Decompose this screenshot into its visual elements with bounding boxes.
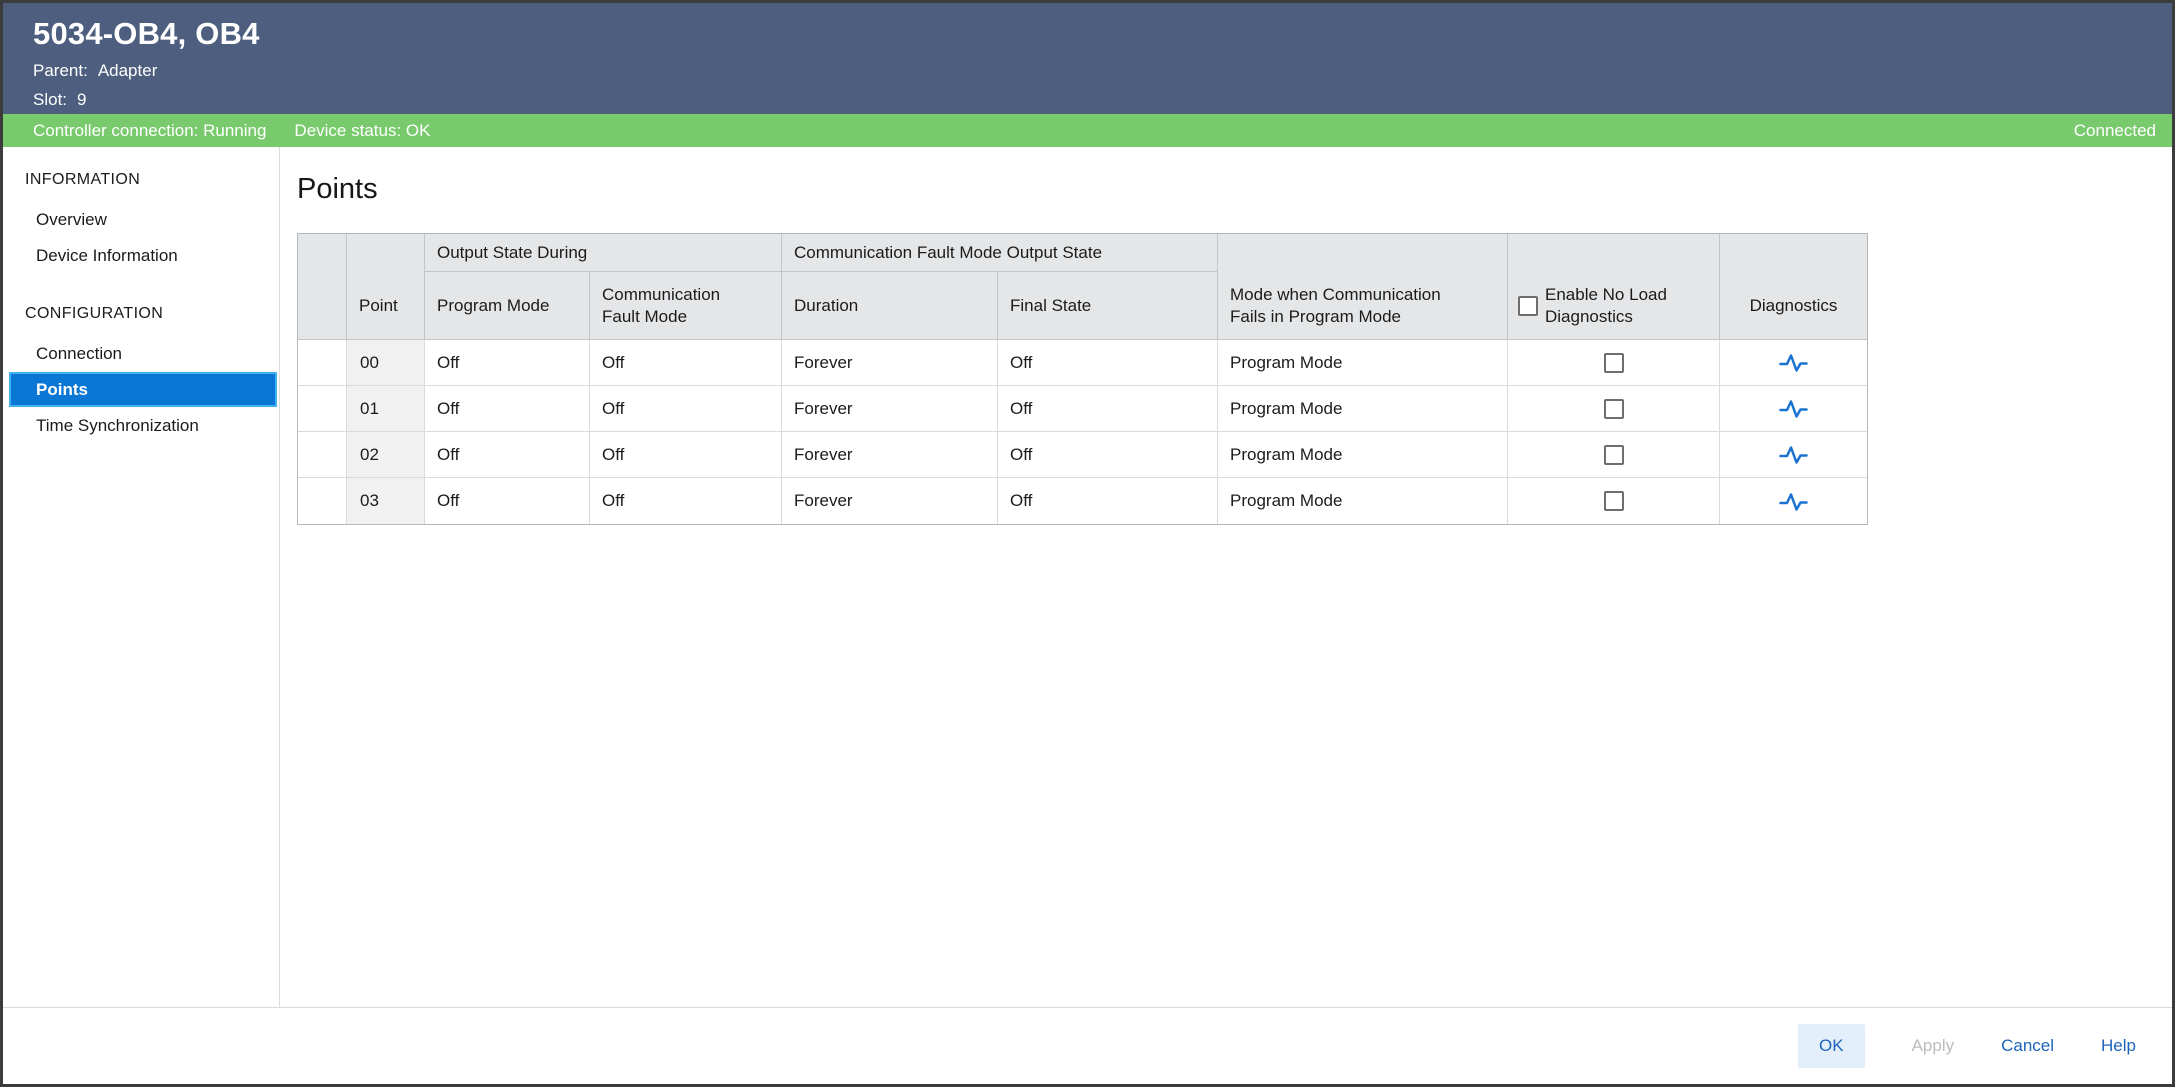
- header-diagnostics: Diagnostics: [1720, 234, 1867, 340]
- duration-cell[interactable]: Forever: [782, 432, 998, 478]
- device-title: 5034-OB4, OB4: [33, 16, 2142, 52]
- header-duration: Duration: [782, 272, 998, 340]
- sidebar-item-connection[interactable]: Connection: [3, 336, 279, 371]
- final-state-cell[interactable]: Off: [998, 432, 1218, 478]
- enable-no-load-checkbox[interactable]: [1604, 399, 1624, 419]
- device-properties-window: 5034-OB4, OB4 Parent: Adapter Slot: 9 Co…: [0, 0, 2175, 1087]
- points-table: Point Output State During Communication …: [297, 233, 1868, 525]
- header-point: Point: [347, 234, 425, 340]
- enable-no-load-checkbox[interactable]: [1604, 445, 1624, 465]
- program-mode-cell[interactable]: Off: [425, 478, 590, 524]
- enable-no-load-cell: [1508, 478, 1720, 524]
- sidebar-item-device-information[interactable]: Device Information: [3, 238, 279, 273]
- page-title: Points: [297, 173, 2172, 206]
- status-bar: Controller connection: Running Device st…: [3, 114, 2172, 147]
- slot-label: Slot:: [33, 90, 67, 110]
- row-selector-cell[interactable]: [298, 432, 347, 478]
- duration-cell[interactable]: Forever: [782, 386, 998, 432]
- point-number-cell: 01: [347, 386, 425, 432]
- apply-button[interactable]: Apply: [1912, 1036, 1955, 1056]
- header-group-comm-fault-mode-output-state: Communication Fault Mode Output State: [782, 234, 1218, 272]
- connection-state: Connected: [2074, 121, 2156, 141]
- header-communication-fault-mode: Communication Fault Mode: [590, 272, 782, 340]
- communication-fault-mode-cell[interactable]: Off: [590, 386, 782, 432]
- mode-when-comm-fails-cell[interactable]: Program Mode: [1218, 386, 1508, 432]
- diagnostics-cell: [1720, 340, 1867, 386]
- row-selector-cell[interactable]: [298, 386, 347, 432]
- point-number-cell: 00: [347, 340, 425, 386]
- enable-no-load-cell: [1508, 386, 1720, 432]
- diagnostics-waveform-icon[interactable]: [1779, 398, 1808, 419]
- mode-when-comm-fails-cell[interactable]: Program Mode: [1218, 432, 1508, 478]
- communication-fault-mode-cell[interactable]: Off: [590, 432, 782, 478]
- main-area: INFORMATION Overview Device Information …: [3, 147, 2172, 1007]
- enable-no-load-cell: [1508, 432, 1720, 478]
- communication-fault-mode-cell[interactable]: Off: [590, 340, 782, 386]
- diagnostics-cell: [1720, 478, 1867, 524]
- parent-label: Parent:: [33, 61, 88, 81]
- duration-cell[interactable]: Forever: [782, 478, 998, 524]
- program-mode-cell[interactable]: Off: [425, 340, 590, 386]
- header-mode-when-comm-fails: Mode when Communication Fails in Program…: [1218, 234, 1508, 340]
- final-state-cell[interactable]: Off: [998, 340, 1218, 386]
- point-number-cell: 03: [347, 478, 425, 524]
- footer-bar: OK Apply Cancel Help: [3, 1007, 2172, 1084]
- diagnostics-cell: [1720, 386, 1867, 432]
- header-row-selector: [298, 234, 347, 340]
- sidebar-item-overview[interactable]: Overview: [3, 202, 279, 237]
- row-selector-cell[interactable]: [298, 478, 347, 524]
- enable-no-load-checkbox[interactable]: [1604, 491, 1624, 511]
- parent-value: Adapter: [98, 61, 158, 81]
- sidebar-item-time-synchronization[interactable]: Time Synchronization: [3, 408, 279, 443]
- header-enable-no-load: Enable No Load Diagnostics: [1508, 234, 1720, 340]
- row-selector-cell[interactable]: [298, 340, 347, 386]
- program-mode-cell[interactable]: Off: [425, 432, 590, 478]
- sidebar-heading-information: INFORMATION: [3, 163, 279, 201]
- content-pane: Points Point Output State During Communi…: [280, 147, 2172, 1007]
- diagnostics-cell: [1720, 432, 1867, 478]
- point-number-cell: 02: [347, 432, 425, 478]
- sidebar: INFORMATION Overview Device Information …: [3, 147, 280, 1007]
- header-final-state: Final State: [998, 272, 1218, 340]
- final-state-cell[interactable]: Off: [998, 478, 1218, 524]
- mode-when-comm-fails-cell[interactable]: Program Mode: [1218, 340, 1508, 386]
- device-status: Device status: OK: [294, 121, 430, 141]
- diagnostics-waveform-icon[interactable]: [1779, 491, 1808, 512]
- ok-button[interactable]: OK: [1798, 1024, 1865, 1068]
- program-mode-cell[interactable]: Off: [425, 386, 590, 432]
- mode-when-comm-fails-cell[interactable]: Program Mode: [1218, 478, 1508, 524]
- sidebar-section-information: INFORMATION Overview Device Information: [3, 163, 279, 273]
- sidebar-item-points[interactable]: Points: [9, 372, 277, 407]
- sidebar-heading-configuration: CONFIGURATION: [3, 297, 279, 335]
- help-button[interactable]: Help: [2101, 1036, 2136, 1056]
- enable-no-load-cell: [1508, 340, 1720, 386]
- diagnostics-waveform-icon[interactable]: [1779, 352, 1808, 373]
- cancel-button[interactable]: Cancel: [2001, 1036, 2054, 1056]
- controller-connection-status: Controller connection: Running: [33, 121, 266, 141]
- header-group-output-state-during: Output State During: [425, 234, 782, 272]
- header-program-mode: Program Mode: [425, 272, 590, 340]
- titlebar: 5034-OB4, OB4 Parent: Adapter Slot: 9: [3, 3, 2172, 114]
- sidebar-section-configuration: CONFIGURATION Connection Points Time Syn…: [3, 297, 279, 443]
- final-state-cell[interactable]: Off: [998, 386, 1218, 432]
- enable-no-load-all-checkbox[interactable]: [1518, 296, 1538, 316]
- communication-fault-mode-cell[interactable]: Off: [590, 478, 782, 524]
- enable-no-load-checkbox[interactable]: [1604, 353, 1624, 373]
- slot-value: 9: [77, 90, 86, 110]
- diagnostics-waveform-icon[interactable]: [1779, 444, 1808, 465]
- duration-cell[interactable]: Forever: [782, 340, 998, 386]
